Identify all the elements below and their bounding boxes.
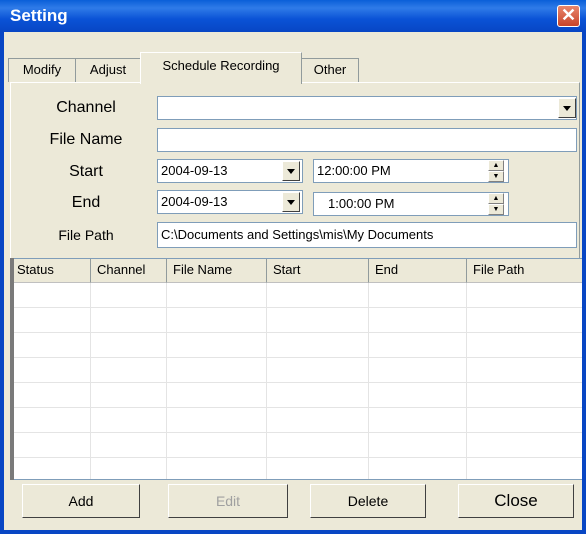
window-frame-bottom [0,530,586,534]
delete-button[interactable]: Delete [310,484,426,518]
tab-modify[interactable]: Modify [8,58,76,82]
tab-adjust[interactable]: Adjust [75,58,141,82]
column-header-file-path[interactable]: File Path [467,259,582,283]
end-time-spinner[interactable]: ▲ ▼ [488,193,504,215]
grid-line [266,283,267,479]
channel-label: Channel [56,99,116,116]
grid-line [11,407,582,408]
chevron-down-icon[interactable] [558,98,576,118]
filename-field[interactable] [157,128,577,152]
start-label: Start [69,163,103,180]
settings-window: Setting ✕ Modify Adjust Schedule Recordi… [0,0,586,534]
column-header-file-name[interactable]: File Name [167,259,267,283]
spin-down-icon[interactable]: ▼ [488,204,504,215]
close-button[interactable]: Close [458,484,574,518]
end-time-field[interactable]: 1:00:00 PM [313,192,509,216]
spin-up-icon[interactable]: ▲ [488,193,504,204]
close-icon[interactable]: ✕ [557,5,580,27]
grid-line [166,283,167,479]
end-date-dropdown-icon[interactable] [282,192,300,212]
window-title: Setting [10,6,68,25]
column-header-end[interactable]: End [369,259,467,283]
grid-line [368,283,369,479]
spin-up-icon[interactable]: ▲ [488,160,504,171]
grid-line [11,357,582,358]
column-header-status[interactable]: Status [11,259,91,283]
channel-select[interactable] [157,96,577,120]
start-date-dropdown-icon[interactable] [282,161,300,181]
column-header-channel[interactable]: Channel [91,259,167,283]
grid-line [11,457,582,458]
edit-button[interactable]: Edit [168,484,288,518]
title-bar[interactable]: Setting ✕ [0,0,586,32]
filepath-label: File Path [58,227,114,243]
grid-line [11,332,582,333]
list-left-edge [10,258,14,480]
window-frame-right [582,32,586,534]
filepath-field[interactable]: C:\Documents and Settings\mis\My Documen… [157,222,577,248]
start-time-spinner[interactable]: ▲ ▼ [488,160,504,182]
start-time-field[interactable]: 12:00:00 PM [313,159,509,183]
filename-label: File Name [49,131,123,148]
end-label: End [71,194,101,211]
add-button[interactable]: Add [22,484,140,518]
grid-line [11,382,582,383]
tab-other[interactable]: Other [301,58,359,82]
spin-down-icon[interactable]: ▼ [488,171,504,182]
tab-schedule-recording[interactable]: Schedule Recording [140,52,302,84]
grid-line [90,283,91,479]
grid-line [11,432,582,433]
grid-line [11,307,582,308]
grid-line [466,283,467,479]
schedule-list[interactable]: Status Channel File Name Start End File … [10,258,582,480]
column-header-start[interactable]: Start [267,259,369,283]
